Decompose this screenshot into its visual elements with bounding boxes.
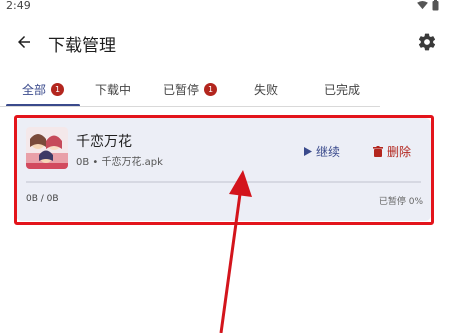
tab-badge: 1 [51,82,64,96]
tab-failed[interactable]: 失败 [236,74,296,104]
battery-icon [432,0,439,11]
tab-completed[interactable]: 已完成 [308,74,376,104]
app-thumbnail [26,127,68,169]
progress-bar [26,181,421,183]
tab-badge: 1 [204,82,217,96]
app-bar: 下载管理 [0,22,451,62]
tab-bar: 全部 1 下载中 已暂停 1 失败 已完成 [0,74,380,107]
resume-label: 继续 [316,145,341,159]
settings-button[interactable] [415,30,439,54]
status-time: 2:49 [6,0,31,12]
tab-downloading[interactable]: 下载中 [80,74,146,104]
arrow-left-icon [18,36,30,48]
tab-label: 失败 [253,82,278,97]
status-icons [417,0,439,11]
tab-label: 下载中 [94,82,131,97]
play-icon [304,147,312,156]
tab-paused[interactable]: 已暂停 1 [150,74,230,104]
item-title: 千恋万花 [76,134,132,150]
tab-label: 已暂停 [162,82,199,97]
tab-all[interactable]: 全部 1 [6,74,80,104]
resume-button[interactable]: 继续 [304,143,340,160]
tab-label: 全部 [21,82,46,97]
download-item-card[interactable]: 千恋万花 0B • 千恋万花.apk 继续 删除 0B / 0B 已暂停 0% [16,118,431,221]
tab-label: 已完成 [323,82,360,97]
page-title: 下载管理 [48,36,116,56]
wifi-icon [417,1,428,10]
delete-label: 删除 [387,145,412,159]
status-bar: 2:49 [0,0,451,14]
back-button[interactable] [12,30,36,54]
size-text: 0B / 0B [26,194,59,204]
tabs-divider [0,106,380,107]
delete-button[interactable]: 删除 [373,143,411,160]
item-subtitle: 0B • 千恋万花.apk [76,157,163,168]
trash-icon [373,146,383,157]
status-text: 已暂停 0% [378,197,423,207]
gear-icon [418,33,436,51]
